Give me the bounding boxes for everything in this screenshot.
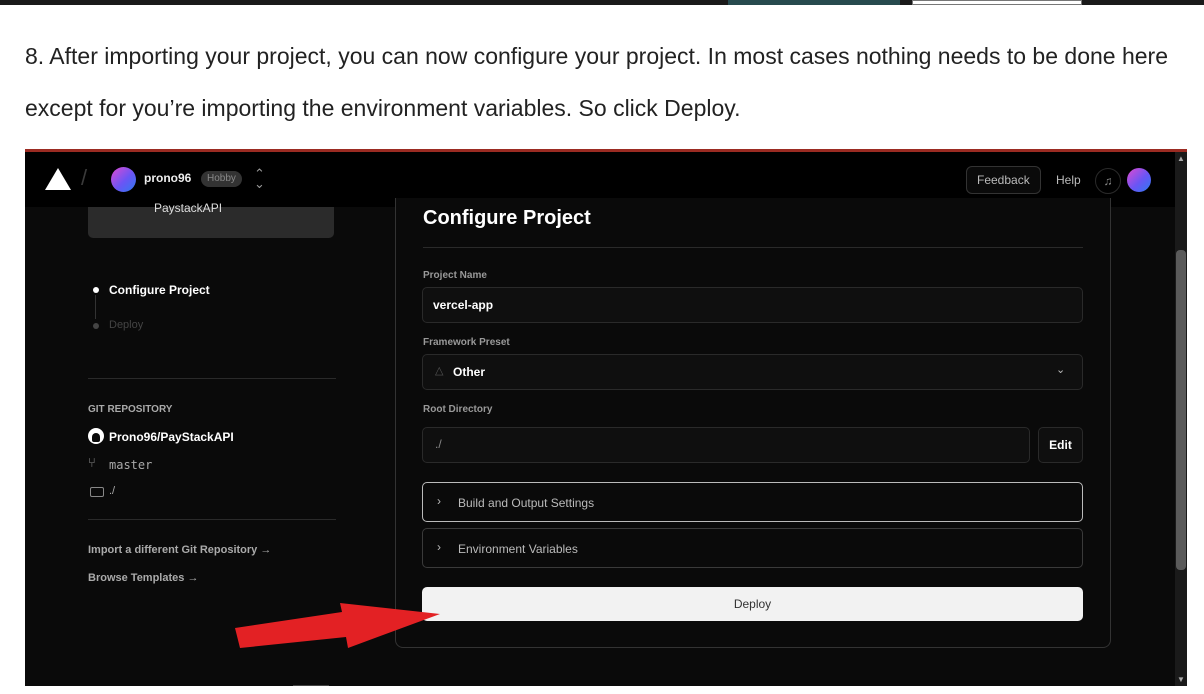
step-deploy: Deploy <box>109 319 144 331</box>
step-configure-project: Configure Project <box>109 283 210 297</box>
bell-icon[interactable]: ♫ <box>1095 168 1121 194</box>
strip-segment <box>728 0 900 5</box>
root-directory-label: Root Directory <box>423 404 493 415</box>
step-dot-inactive <box>93 323 99 329</box>
configure-panel <box>395 198 1111 648</box>
red-arrow-annotation <box>235 603 440 648</box>
github-icon <box>88 428 104 444</box>
git-repository-heading: GIT REPOSITORY <box>88 404 173 415</box>
strip-segment <box>912 0 1082 5</box>
edit-button[interactable]: Edit <box>1038 427 1083 463</box>
framework-other-icon: △ <box>435 365 444 377</box>
separator-slash: / <box>81 165 88 190</box>
deploy-button[interactable]: Deploy <box>422 587 1083 621</box>
title-divider <box>423 247 1083 248</box>
build-output-settings-accordion[interactable]: › Build and Output Settings <box>422 482 1083 522</box>
vercel-screenshot: / prono96 Hobby ⌃ ⌄ Feedback Help ♫ ▲ ▼ P… <box>25 149 1187 686</box>
project-name-label: Project Name <box>423 270 487 281</box>
bottom-scroll-tab <box>293 685 329 686</box>
framework-preset-select[interactable] <box>422 354 1083 390</box>
git-branch-icon: ⑂ <box>88 455 96 470</box>
step-connector <box>95 295 96 319</box>
environment-variables-accordion[interactable]: › Environment Variables <box>422 528 1083 568</box>
framework-preset-value: Other <box>453 365 486 379</box>
step-dot-active <box>93 287 99 293</box>
plan-badge: Hobby <box>201 171 242 187</box>
article-instruction: 8. After importing your project, you can… <box>25 43 1168 121</box>
branch-name: master <box>109 458 153 472</box>
page-title: Configure Project <box>423 207 591 229</box>
repo-card: PaystackAPI <box>88 201 334 238</box>
import-different-repo-link[interactable]: Import a different Git Repository → <box>88 544 271 556</box>
repo-name[interactable]: Prono96/PayStackAPI <box>109 430 234 444</box>
chevron-up-down-icon[interactable]: ⌃ ⌄ <box>254 167 265 190</box>
top-image-strip <box>0 0 1204 5</box>
avatar[interactable] <box>111 167 136 192</box>
framework-preset-label: Framework Preset <box>423 337 510 348</box>
vercel-triangle-icon[interactable] <box>45 168 71 190</box>
user-avatar[interactable] <box>1127 168 1151 192</box>
sidebar-divider <box>88 519 336 520</box>
root-directory-input[interactable] <box>422 427 1030 463</box>
folder-path: ./ <box>109 485 116 497</box>
folder-icon <box>90 487 104 497</box>
username[interactable]: prono96 <box>144 171 191 185</box>
chevron-right-icon: › <box>437 494 441 508</box>
sidebar-divider <box>88 378 336 379</box>
root-directory-value: ./ <box>435 437 442 451</box>
chevron-down-icon[interactable]: ⌄ <box>1056 363 1065 376</box>
help-link[interactable]: Help <box>1056 173 1081 187</box>
scroll-up-icon[interactable]: ▲ <box>1177 154 1185 163</box>
repo-card-text: PaystackAPI <box>154 201 223 215</box>
feedback-button[interactable]: Feedback <box>966 166 1041 194</box>
browse-templates-link[interactable]: Browse Templates → <box>88 572 198 584</box>
scroll-down-icon[interactable]: ▼ <box>1177 675 1185 684</box>
environment-variables-label: Environment Variables <box>458 542 578 556</box>
project-name-input[interactable]: vercel-app <box>422 287 1083 323</box>
chevron-right-icon: › <box>437 540 441 554</box>
build-output-settings-label: Build and Output Settings <box>458 496 595 510</box>
scrollbar-thumb[interactable] <box>1176 250 1186 570</box>
